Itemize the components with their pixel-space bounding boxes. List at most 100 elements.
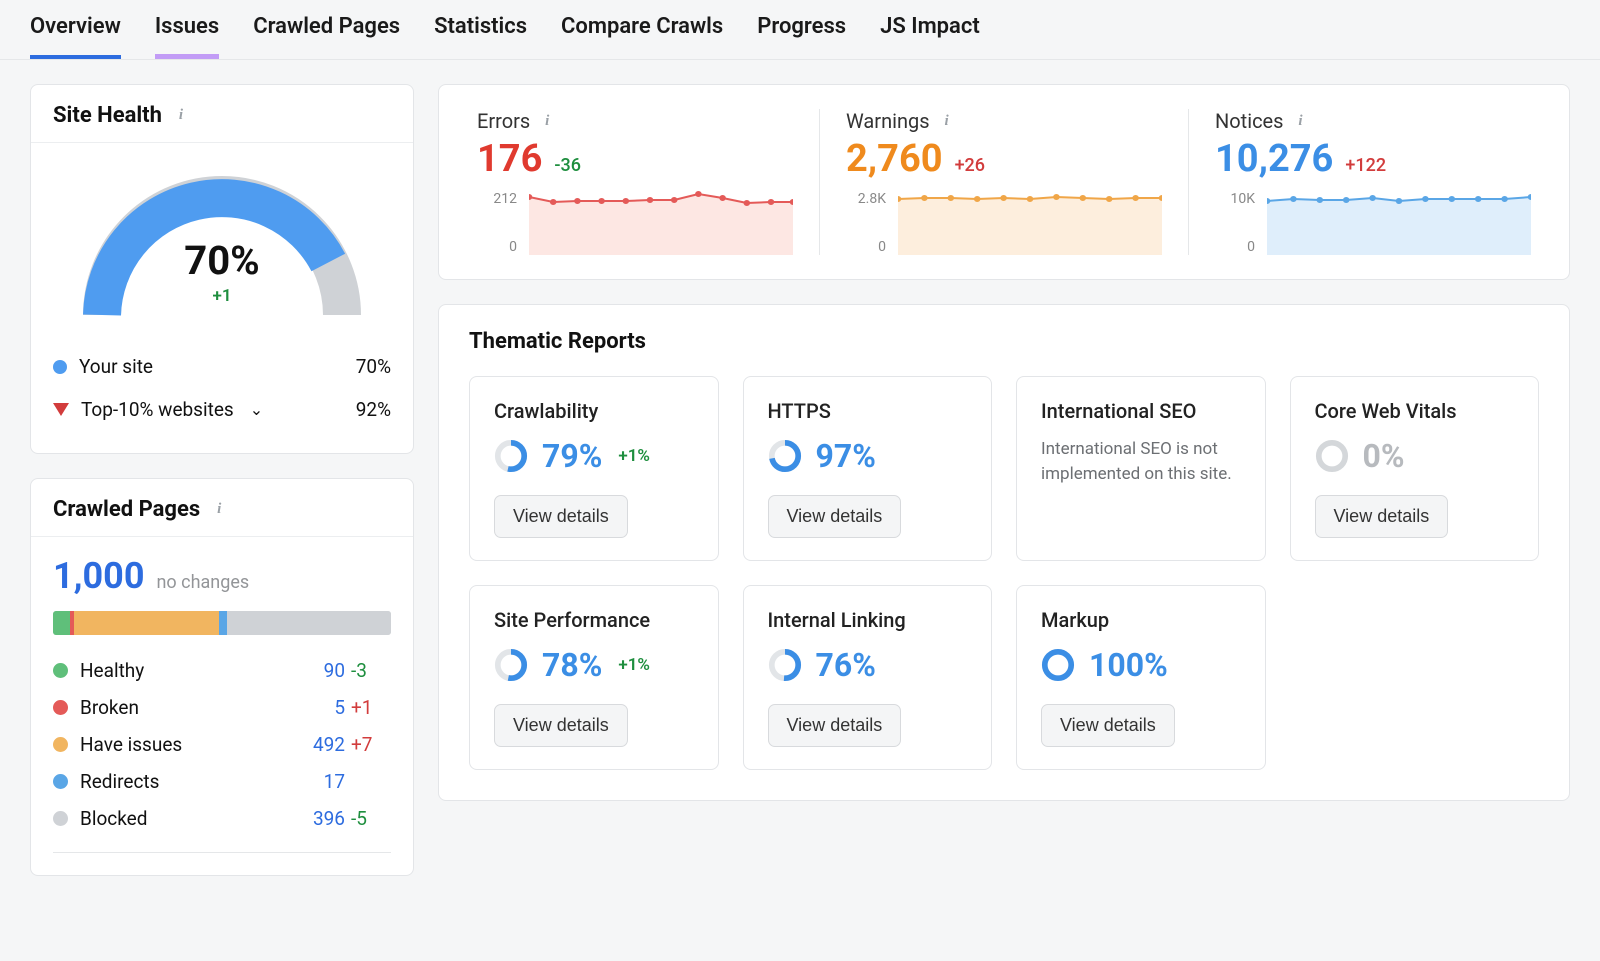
dot-icon	[53, 663, 68, 678]
notices-axis-top: 10K	[1215, 191, 1255, 207]
crawlability-pct: 79%	[542, 437, 602, 475]
warnings-value: 2,760	[846, 137, 943, 181]
triangle-down-icon	[53, 403, 69, 416]
dot-icon	[53, 737, 68, 752]
row-broken[interactable]: Broken 5 +1	[53, 696, 391, 719]
row-issues[interactable]: Have issues 492 +7	[53, 733, 391, 756]
notices-value: 10,276	[1215, 137, 1333, 181]
label-issues: Have issues	[80, 733, 291, 756]
crawled-nochange: no changes	[156, 572, 249, 593]
crawled-total[interactable]: 1,000	[53, 555, 144, 597]
crawled-pages-card: Crawled Pages i 1,000 no changes	[30, 478, 414, 876]
warnings-axis-bot: 0	[846, 239, 886, 255]
donut-icon	[1041, 648, 1075, 682]
label-healthy: Healthy	[80, 659, 291, 682]
legend-your-site: Your site 70%	[53, 345, 391, 388]
bar-seg-issues	[74, 611, 219, 635]
val-healthy: 90	[291, 659, 345, 682]
cwv-pct: 0%	[1363, 437, 1405, 475]
legend-top10-val: 92%	[356, 398, 391, 421]
tab-crawled-pages[interactable]: Crawled Pages	[253, 14, 400, 59]
info-icon[interactable]: i	[938, 112, 956, 130]
view-details-button[interactable]: View details	[1315, 495, 1449, 538]
stats-card: Errors i 176 -36 212 0	[438, 84, 1570, 280]
https-pct: 97%	[816, 437, 876, 475]
errors-delta: -36	[554, 155, 581, 176]
val-redirects: 17	[291, 770, 345, 793]
report-markup-title: Markup	[1041, 608, 1241, 632]
info-icon[interactable]: i	[1291, 112, 1309, 130]
donut-icon	[494, 439, 528, 473]
report-perf-title: Site Performance	[494, 608, 694, 632]
perf-delta: +1%	[618, 655, 650, 675]
info-icon[interactable]: i	[172, 107, 190, 125]
notices-delta: +122	[1345, 155, 1386, 176]
tab-js-impact[interactable]: JS Impact	[880, 14, 980, 59]
val-blocked: 396	[291, 807, 345, 830]
site-health-pct: 70%	[72, 237, 372, 284]
bar-seg-redirects	[219, 611, 227, 635]
errors-title: Errors	[477, 109, 530, 133]
intl-note: International SEO is not implemented on …	[1041, 437, 1241, 486]
report-linking-title: Internal Linking	[768, 608, 968, 632]
legend-top10-label: Top-10% websites	[81, 398, 234, 421]
dot-icon	[53, 700, 68, 715]
tab-progress[interactable]: Progress	[757, 14, 846, 59]
view-details-button[interactable]: View details	[768, 495, 902, 538]
view-details-button[interactable]: View details	[768, 704, 902, 747]
row-healthy[interactable]: Healthy 90 -3	[53, 659, 391, 682]
delta-issues: +7	[345, 733, 391, 756]
stat-errors[interactable]: Errors i 176 -36 212 0	[451, 109, 819, 255]
donut-icon	[494, 648, 528, 682]
delta-healthy: -3	[345, 659, 391, 682]
site-health-gauge: 70% +1	[72, 165, 372, 335]
linking-pct: 76%	[816, 646, 876, 684]
delta-blocked: -5	[345, 807, 391, 830]
report-cwv-title: Core Web Vitals	[1315, 399, 1515, 423]
row-redirects[interactable]: Redirects 17	[53, 770, 391, 793]
stat-notices[interactable]: Notices i 10,276 +122 10K 0	[1188, 109, 1557, 255]
row-blocked[interactable]: Blocked 396 -5	[53, 807, 391, 830]
label-blocked: Blocked	[80, 807, 291, 830]
legend-your-site-val: 70%	[356, 355, 391, 378]
donut-icon	[768, 648, 802, 682]
val-broken: 5	[291, 696, 345, 719]
report-intl-title: International SEO	[1041, 399, 1241, 423]
report-site-performance: Site Performance 78% +1% View details	[469, 585, 719, 770]
view-details-button[interactable]: View details	[494, 704, 628, 747]
tab-bar: Overview Issues Crawled Pages Statistics…	[0, 0, 1600, 60]
dot-icon	[53, 360, 67, 374]
tab-issues[interactable]: Issues	[155, 14, 219, 59]
divider	[53, 852, 391, 853]
dot-icon	[53, 811, 68, 826]
view-details-button[interactable]: View details	[1041, 704, 1175, 747]
notices-axis-bot: 0	[1215, 239, 1255, 255]
markup-pct: 100%	[1089, 646, 1168, 684]
notices-title: Notices	[1215, 109, 1283, 133]
thematic-reports-title: Thematic Reports	[469, 329, 1539, 354]
crawled-pages-title: Crawled Pages	[53, 497, 200, 522]
info-icon[interactable]: i	[538, 112, 556, 130]
report-core-web-vitals: Core Web Vitals 0% View details	[1290, 376, 1540, 561]
tab-overview[interactable]: Overview	[30, 14, 121, 59]
crawled-distribution-bar	[53, 611, 391, 635]
report-markup: Markup 100% View details	[1016, 585, 1266, 770]
report-crawlability: Crawlability 79% +1% View details	[469, 376, 719, 561]
tab-statistics[interactable]: Statistics	[434, 14, 527, 59]
val-issues: 492	[291, 733, 345, 756]
label-broken: Broken	[80, 696, 291, 719]
legend-your-site-label: Your site	[79, 355, 153, 378]
report-crawlability-title: Crawlability	[494, 399, 694, 423]
view-details-button[interactable]: View details	[494, 495, 628, 538]
report-internal-linking: Internal Linking 76% View details	[743, 585, 993, 770]
notices-sparkline	[1267, 191, 1531, 255]
tab-compare-crawls[interactable]: Compare Crawls	[561, 14, 723, 59]
stat-warnings[interactable]: Warnings i 2,760 +26 2.8K 0	[819, 109, 1188, 255]
errors-value: 176	[477, 137, 542, 181]
errors-axis-bot: 0	[477, 239, 517, 255]
info-icon[interactable]: i	[210, 501, 228, 519]
legend-top10[interactable]: Top-10% websites ⌄ 92%	[53, 388, 391, 431]
site-health-title: Site Health	[53, 103, 162, 128]
report-https-title: HTTPS	[768, 399, 968, 423]
label-redirects: Redirects	[80, 770, 291, 793]
